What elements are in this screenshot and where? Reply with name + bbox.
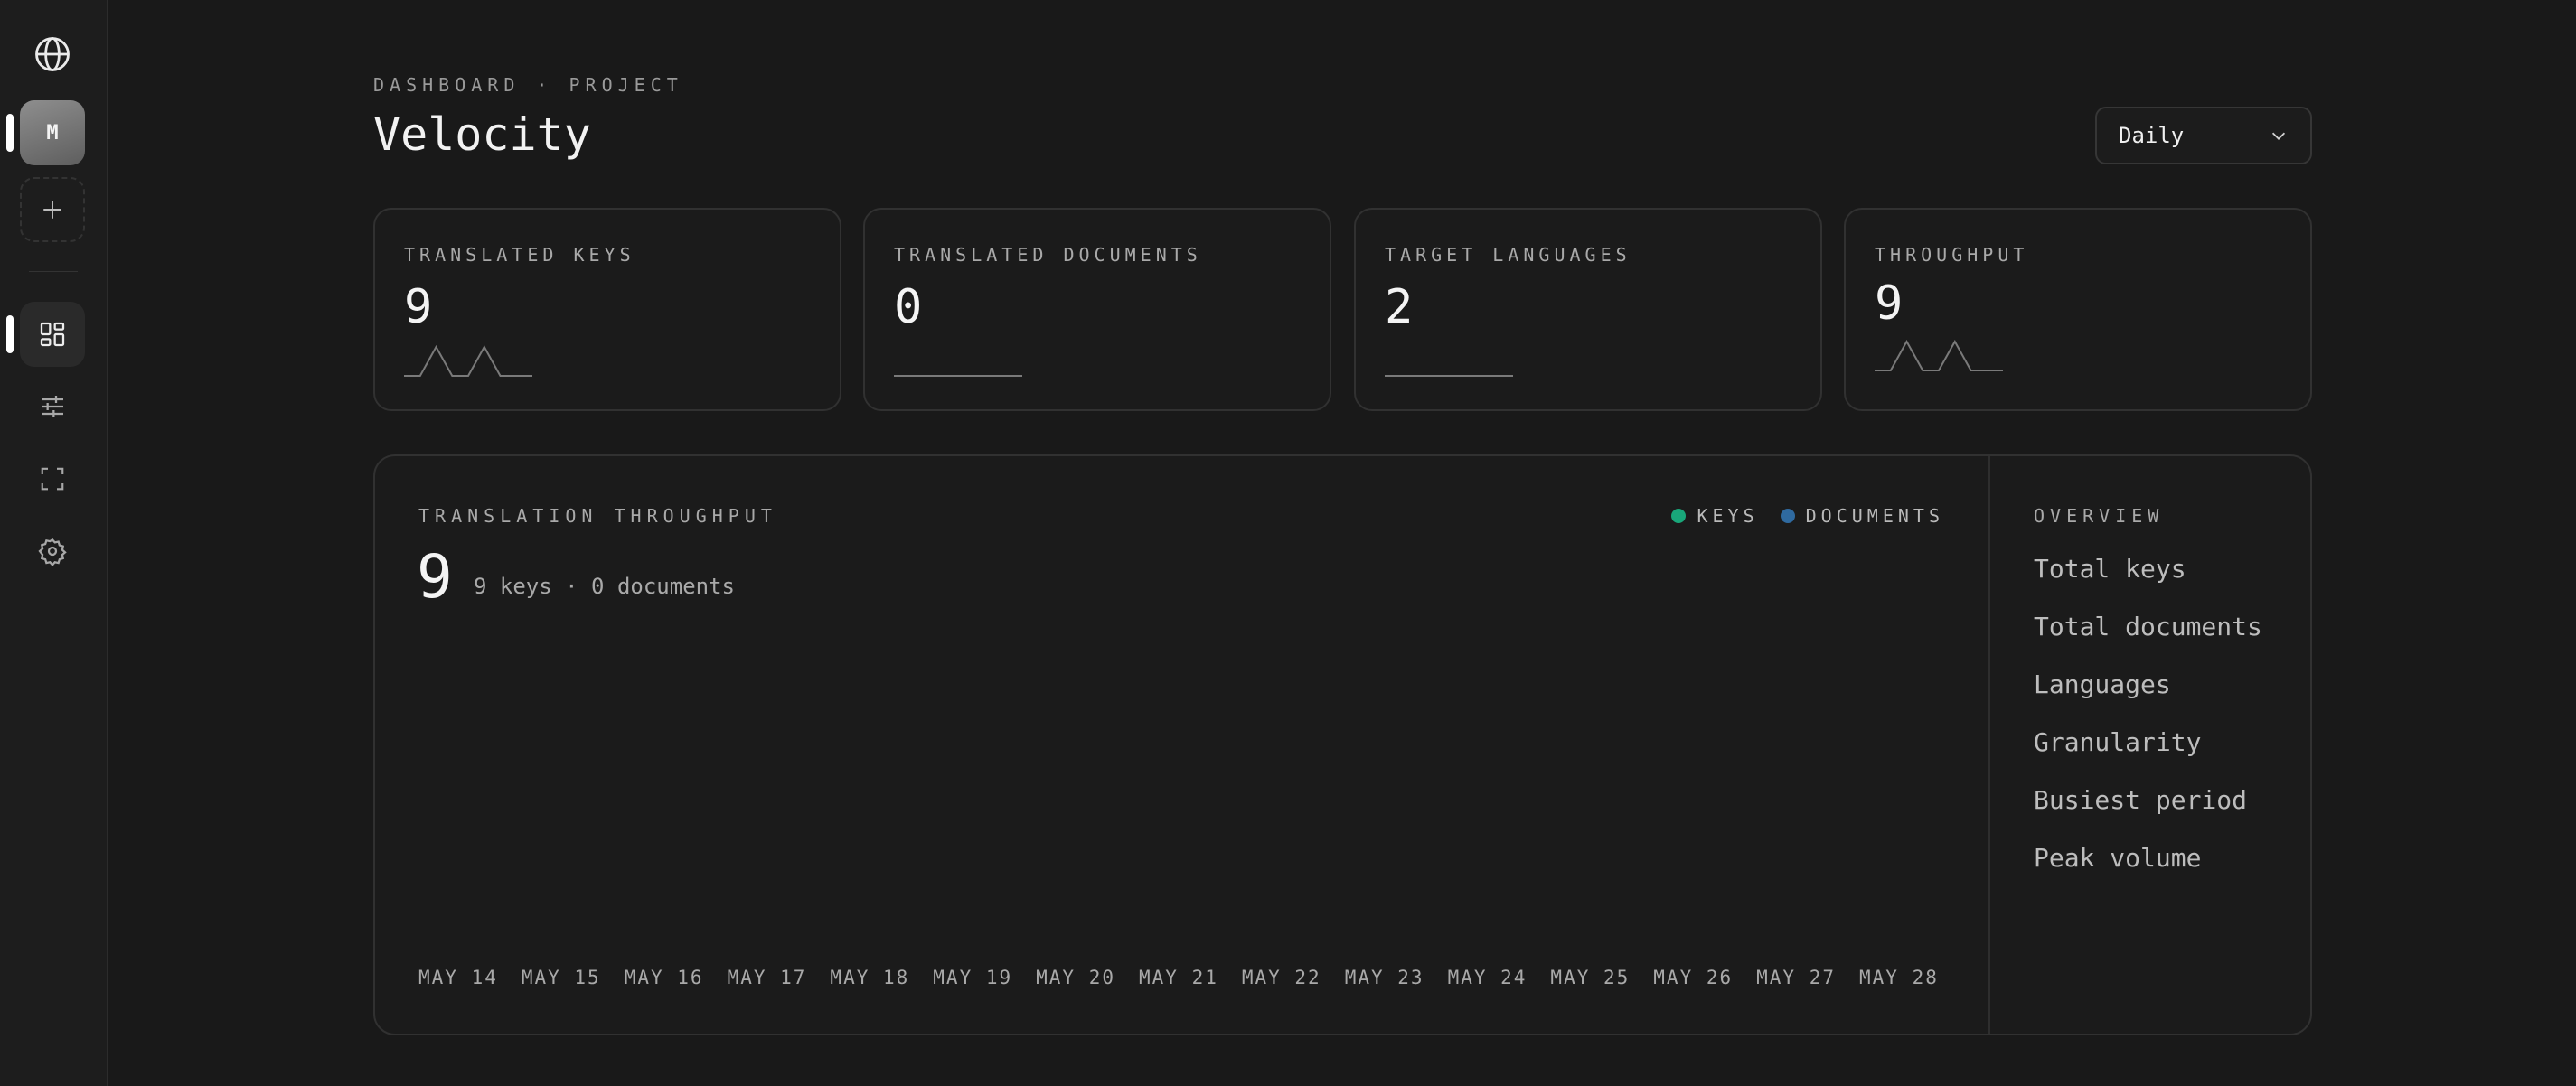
chevron-down-icon xyxy=(2271,132,2286,140)
stat-label: TRANSLATED DOCUMENTS xyxy=(894,244,1202,266)
overview-list: OVERVIEW Total keys Total documents Lang… xyxy=(2034,505,2262,874)
add-project-button[interactable] xyxy=(20,177,85,242)
chart-title: TRANSLATION THROUGHPUT xyxy=(418,505,777,527)
stat-label: TARGET LANGUAGES xyxy=(1385,244,1631,266)
x-tick-label: MAY 17 xyxy=(727,967,807,988)
stat-value: 9 xyxy=(404,280,433,334)
x-tick-label: MAY 14 xyxy=(418,967,498,988)
stat-value: 0 xyxy=(894,280,923,334)
x-tick-label: MAY 27 xyxy=(1756,967,1836,988)
stat-cards: TRANSLATED KEYS 9 TRANSLATED DOCUMENTS 0… xyxy=(373,208,2312,411)
sparkline xyxy=(404,345,532,377)
overview-item-total-keys: Total keys xyxy=(2034,554,2186,584)
x-tick-label: MAY 22 xyxy=(1241,967,1321,988)
sparkline xyxy=(894,375,1022,377)
breadcrumb: DASHBOARD · PROJECT xyxy=(373,74,683,96)
x-tick-label: MAY 28 xyxy=(1859,967,1939,988)
stat-card-target-languages: TARGET LANGUAGES 2 xyxy=(1354,208,1822,411)
x-axis-ticks: MAY 14 MAY 15 MAY 16 MAY 17 MAY 18 MAY 19 MAY … xyxy=(418,967,1942,994)
dashboard-icon xyxy=(40,322,65,347)
avatar[interactable]: M xyxy=(20,100,85,165)
plus-icon xyxy=(43,201,61,219)
x-tick-label: MAY 26 xyxy=(1653,967,1734,988)
settings-filters-button[interactable] xyxy=(20,374,85,439)
active-indicator xyxy=(6,114,14,152)
overview-item-busiest-period: Busiest period xyxy=(2034,785,2248,815)
globe-icon[interactable] xyxy=(20,22,85,87)
legend-item-documents[interactable]: DOCUMENTS xyxy=(1780,505,1944,527)
page-title: Velocity xyxy=(373,108,591,161)
granularity-select[interactable]: Daily xyxy=(2095,107,2312,164)
legend-label: DOCUMENTS xyxy=(1805,505,1944,527)
settings-button[interactable] xyxy=(20,519,85,584)
legend-item-keys[interactable]: KEYS xyxy=(1671,505,1758,527)
sparkline-path xyxy=(1875,340,2003,371)
x-tick-label: MAY 21 xyxy=(1139,967,1218,988)
x-tick-label: MAY 15 xyxy=(521,967,601,988)
sliders-icon xyxy=(42,396,63,417)
overview-title: OVERVIEW xyxy=(2034,505,2165,527)
sparkline xyxy=(1385,375,1513,377)
x-tick-label: MAY 19 xyxy=(933,967,1013,988)
x-tick-label: MAY 25 xyxy=(1550,967,1631,988)
gear-icon xyxy=(38,538,67,566)
dashboard-nav-button[interactable] xyxy=(20,302,85,367)
sparkline xyxy=(1875,340,2003,371)
overview-item-peak-volume: Peak volume xyxy=(2034,843,2202,873)
throughput-total: 9 xyxy=(417,542,453,612)
active-indicator xyxy=(6,315,14,353)
focus-button[interactable] xyxy=(20,446,85,511)
stat-value: 9 xyxy=(1875,276,1904,331)
x-tick-label: MAY 18 xyxy=(830,967,910,988)
throughput-summary: 9 keys · 0 documents xyxy=(474,574,735,599)
stat-label: THROUGHPUT xyxy=(1875,244,2029,266)
stat-label: TRANSLATED KEYS xyxy=(404,244,635,266)
legend-swatch xyxy=(1671,509,1687,523)
sparkline-path xyxy=(404,345,532,377)
rail-divider xyxy=(29,271,78,272)
stat-value: 2 xyxy=(1385,280,1414,334)
x-tick-label: MAY 16 xyxy=(624,967,704,988)
legend-swatch xyxy=(1780,509,1795,523)
overview-item-languages: Languages xyxy=(2034,669,2171,699)
legend-label: KEYS xyxy=(1697,505,1759,527)
focus-frame-icon xyxy=(41,467,64,491)
granularity-select-value: Daily xyxy=(2119,123,2185,148)
chart-legend: KEYS DOCUMENTS xyxy=(1671,505,1944,527)
sidebar-rail: M xyxy=(0,0,108,1086)
x-tick-label: MAY 23 xyxy=(1344,967,1424,988)
stat-card-throughput: THROUGHPUT 9 xyxy=(1844,208,2312,411)
stat-card-translated-documents: TRANSLATED DOCUMENTS 0 xyxy=(863,208,1331,411)
stat-card-translated-keys: TRANSLATED KEYS 9 xyxy=(373,208,841,411)
throughput-panel: TRANSLATION THROUGHPUT KEYS DOCUMENTS 9 … xyxy=(373,454,2312,1035)
overview-item-total-documents: Total documents xyxy=(2034,612,2262,641)
panel-divider xyxy=(1988,456,1990,1034)
x-tick-label: MAY 24 xyxy=(1447,967,1528,988)
overview-item-granularity: Granularity xyxy=(2034,727,2202,757)
x-tick-label: MAY 20 xyxy=(1036,967,1115,988)
